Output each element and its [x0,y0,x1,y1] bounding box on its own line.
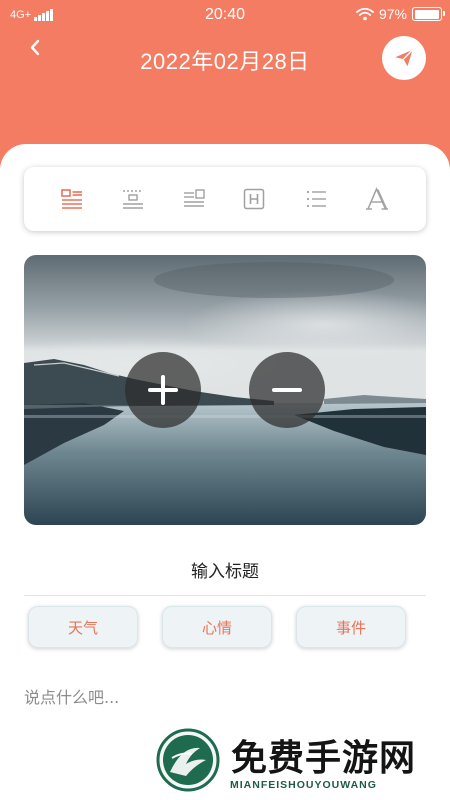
paper-plane-icon [395,49,414,67]
layout-toolbar [24,167,426,231]
lake-landscape-image [24,255,426,525]
layout-image-middle-button[interactable] [121,187,145,211]
heading-button[interactable] [242,187,266,211]
plus-icon [148,375,178,405]
body-input[interactable]: 说点什么吧... [24,684,119,708]
list-icon [306,190,326,208]
font-icon [366,187,388,210]
tag-weather-button[interactable]: 天气 [28,606,138,648]
watermark-title: 免费手游网 [231,738,417,779]
battery-icon [412,7,445,21]
photo-preview[interactable] [24,255,426,525]
status-bar: 4G+ 20:40 97% [0,0,450,32]
tag-event-button[interactable]: 事件 [296,606,406,648]
editor-sheet: 输入标题 天气 心情 事件 说点什么吧... [0,144,450,800]
battery-percent: 97% [378,6,407,22]
title-input[interactable]: 输入标题 [24,544,426,596]
list-button[interactable] [304,187,328,211]
layout-image-top-icon [61,189,82,209]
tag-mood-button[interactable]: 心情 [162,606,272,648]
heading-icon [243,188,265,210]
zoom-in-button[interactable] [125,352,201,428]
watermark-subtitle: MIANFEISHOUYOUWANG [230,779,377,791]
font-button[interactable] [365,187,389,211]
wifi-icon [356,7,374,21]
minus-icon [272,388,302,392]
send-button[interactable] [382,36,426,80]
layout-image-right-button[interactable] [182,187,206,211]
layout-image-right-icon [184,189,205,207]
zoom-out-button[interactable] [249,352,325,428]
layout-image-middle-icon [123,190,143,209]
watermark-logo-icon [156,728,220,792]
layout-image-top-button[interactable] [60,187,84,211]
system-status: 97% [356,6,445,22]
